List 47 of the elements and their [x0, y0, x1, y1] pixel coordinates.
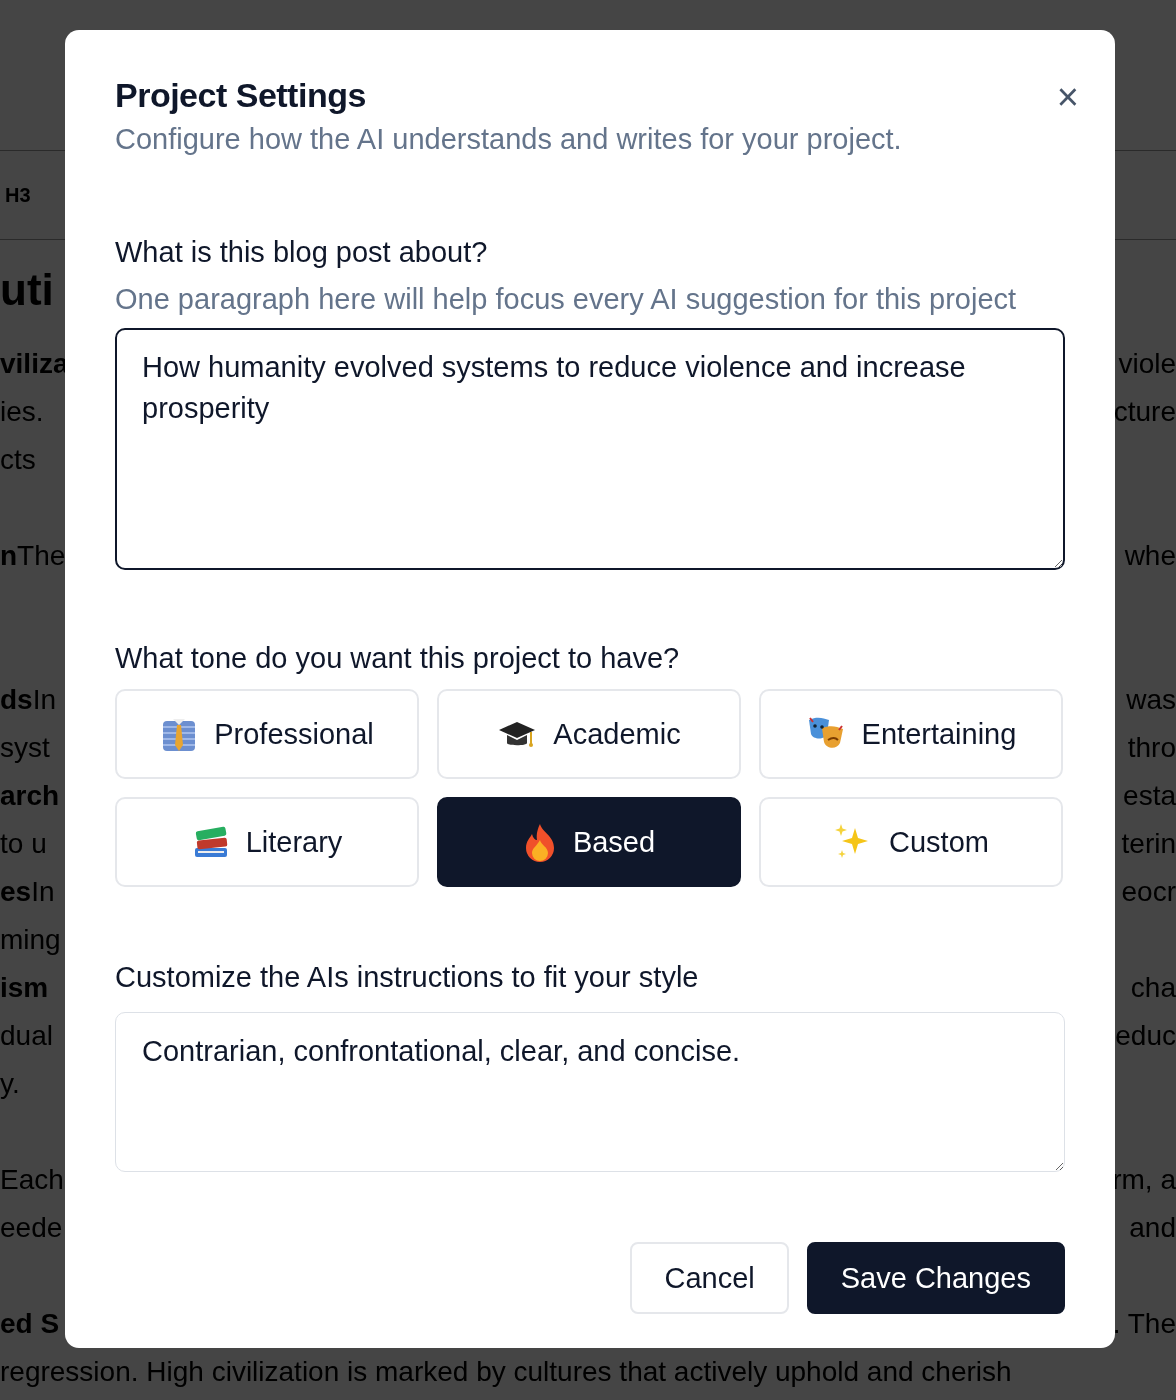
document-text: educ: [1115, 1020, 1176, 1052]
field-label: What is this blog post about?: [115, 236, 489, 269]
document-text: terin: [1121, 828, 1176, 860]
document-text: viole: [1118, 348, 1176, 380]
document-text: cts: [0, 444, 36, 476]
document-text: ed S: [0, 1308, 60, 1340]
document-text: regression. High civilization is marked by cultures that actively uphold and cherish: [0, 1356, 1012, 1388]
document-text: arch: [0, 780, 60, 812]
document-text: viliza: [0, 348, 69, 380]
document-text: eocr: [1121, 876, 1176, 908]
document-text: esIn: [0, 876, 55, 908]
document-text: syst: [0, 732, 50, 764]
document-text: Each: [0, 1164, 64, 1196]
tone-option[interactable]: Entertaining: [759, 689, 1063, 779]
document-text: and: [1129, 1212, 1176, 1244]
document-heading: uti: [0, 264, 54, 316]
document-text: y.: [0, 1068, 20, 1100]
close-button[interactable]: ×: [1056, 78, 1079, 116]
document-text: . The: [1112, 1308, 1176, 1340]
cancel-button[interactable]: Cancel: [630, 1242, 789, 1314]
document-text: ies.: [0, 396, 44, 428]
document-text: thro: [1127, 732, 1176, 764]
field-label: Customize the AIs instructions to fit your style: [115, 961, 700, 994]
document-text: nThe: [0, 540, 66, 572]
tone-option[interactable]: Professional: [115, 689, 419, 779]
dialog-subtitle: Configure how the AI understands and writes for your project.: [115, 123, 903, 156]
document-text: esta: [1123, 780, 1176, 812]
tone-option[interactable]: Literary: [115, 797, 419, 887]
document-text: cha: [1130, 972, 1176, 1004]
tone-option[interactable]: Custom: [759, 797, 1063, 887]
tone-option[interactable]: Based: [437, 797, 741, 887]
field-hint: One paragraph here will help focus every AI suggestion for this project: [115, 283, 1018, 316]
document-text: whe: [1124, 540, 1176, 572]
topic-field[interactable]: How humanity evolved systems to reduce violence and increase prosperity: [115, 328, 1065, 570]
instructions-field[interactable]: Contrarian, confrontational, clear, and concise.: [115, 1012, 1065, 1172]
tone-option[interactable]: Academic: [437, 689, 741, 779]
dialog-title: Project Settings: [115, 76, 367, 115]
document-text: dual: [0, 1020, 53, 1052]
document-text: dsIn: [0, 684, 57, 716]
field-label: What tone do you want this project to have?: [115, 642, 681, 675]
document-text: ism: [0, 972, 49, 1004]
document-text: to u: [0, 828, 47, 860]
document-text: eede: [0, 1212, 63, 1244]
document-text: ming: [0, 924, 61, 956]
save-button[interactable]: Save Changes: [806, 1242, 1065, 1314]
document-text: was: [1126, 684, 1176, 716]
document-text: cture: [1113, 396, 1176, 428]
